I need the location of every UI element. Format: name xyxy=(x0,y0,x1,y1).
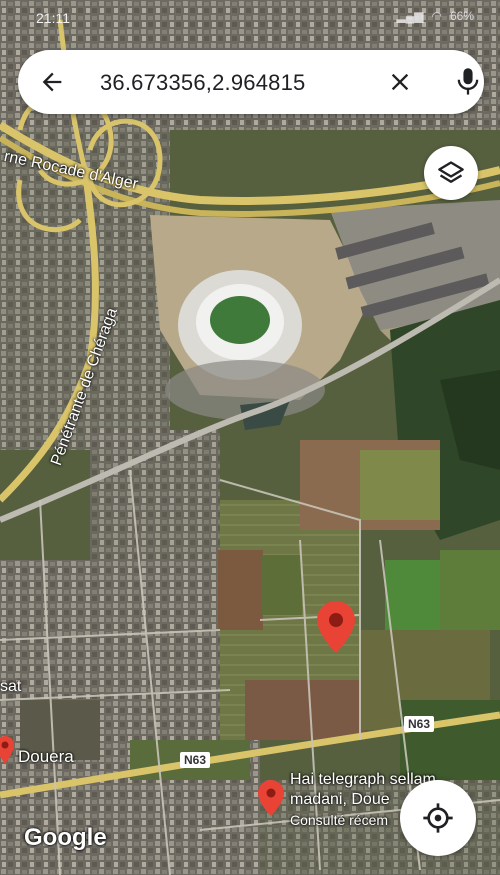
layers-button[interactable] xyxy=(424,146,478,200)
layers-icon xyxy=(438,161,464,183)
place-pin-icon[interactable] xyxy=(0,736,14,764)
microphone-icon[interactable] xyxy=(454,66,482,98)
google-logo: Google xyxy=(24,824,107,851)
status-icons: ▂▄▆ ◠ 66% xyxy=(397,9,474,23)
dropped-pin-icon[interactable] xyxy=(317,601,355,653)
crosshair-icon xyxy=(423,803,453,833)
road-shield-n63-east: N63 xyxy=(404,716,435,732)
back-arrow-icon[interactable] xyxy=(38,68,66,96)
road-shield-n63-west: N63 xyxy=(180,752,211,768)
battery-label: 66% xyxy=(449,9,474,23)
close-icon[interactable] xyxy=(386,68,414,96)
recent-place-pin-icon[interactable] xyxy=(258,780,284,816)
wifi-icon: ◠ xyxy=(431,9,442,23)
signal-icon: ▂▄▆ xyxy=(396,9,424,23)
search-query[interactable]: 36.673356,2.964815 xyxy=(100,70,305,96)
place-label-sat: sat xyxy=(0,678,22,695)
status-bar: 21:11 ▂▄▆ ◠ 66% xyxy=(0,0,500,36)
search-bar[interactable]: 36.673356,2.964815 xyxy=(18,50,484,114)
place-label-douera[interactable]: Douera xyxy=(18,747,74,767)
status-time: 21:11 xyxy=(36,10,70,26)
my-location-button[interactable] xyxy=(400,780,476,856)
